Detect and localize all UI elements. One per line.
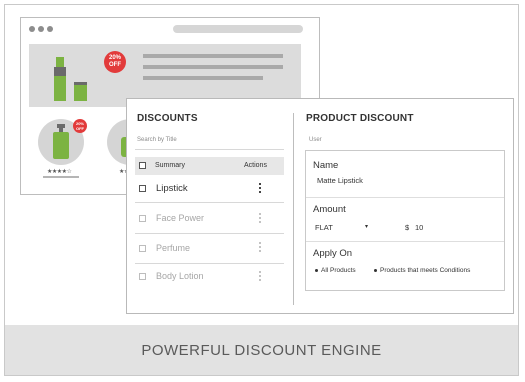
row-checkbox[interactable] [139,245,146,252]
address-bar [173,25,303,33]
select-all-checkbox[interactable] [139,162,146,169]
row-actions-menu-icon[interactable] [259,183,262,195]
banner-text-line [143,65,283,69]
name-input[interactable]: Matte Lipstick [317,176,363,185]
amount-label: Amount [313,204,346,215]
amount-type-select[interactable]: FLAT [315,223,333,232]
row-divider [135,233,284,234]
form-divider [306,197,504,198]
discounts-title: DISCOUNTS [137,113,198,124]
name-label: Name [313,160,339,171]
discount-row-label[interactable]: Face Power [156,213,204,223]
rating-stars: ★★★★☆ [47,169,72,175]
panel-divider [293,113,294,305]
discount-row-label[interactable]: Perfume [156,243,190,253]
product-discount-title: PRODUCT DISCOUNT [306,113,414,124]
currency-symbol: $ [405,223,410,232]
row-divider [135,202,284,203]
row-actions-menu-icon[interactable] [259,271,262,283]
banner-text-line [143,76,263,80]
discount-badge: 20% OFF [104,51,126,73]
discount-row-label[interactable]: Lipstick [156,183,188,194]
actions-column-header: Actions [244,162,267,169]
user-label: User [309,137,322,143]
row-actions-menu-icon[interactable] [259,213,262,225]
summary-column-header: Summary [155,162,185,169]
row-checkbox[interactable] [139,273,146,280]
row-actions-menu-icon[interactable] [259,242,262,254]
footer-caption: POWERFUL DISCOUNT ENGINE [5,325,518,375]
table-header: Summary Actions [135,157,284,175]
row-divider [135,263,284,264]
discount-detail-form: Name Matte Lipstick Amount FLAT ▾ $ 10 A… [305,150,505,291]
apply-conditional-products-radio[interactable]: Products that meets Conditions [374,267,470,274]
window-dot-icon [47,26,53,32]
radio-dot-icon [315,268,318,272]
row-checkbox[interactable] [139,185,146,192]
chevron-down-icon[interactable]: ▾ [365,223,368,230]
window-dot-icon [29,26,35,32]
row-checkbox[interactable] [139,215,146,222]
apply-all-products-radio[interactable]: All Products [315,267,356,274]
discount-panel: DISCOUNTS Search by Title Summary Action… [126,98,514,314]
banner-text-line [143,54,283,58]
card-text-line [43,176,79,178]
radio-dot-icon [374,268,377,272]
search-input[interactable]: Search by Title [137,137,177,143]
search-underline [135,149,284,150]
discount-row-label[interactable]: Body Lotion [156,271,204,281]
amount-input[interactable]: 10 [415,223,423,232]
apply-on-label: Apply On [313,248,353,259]
window-dot-icon [38,26,44,32]
form-divider [306,241,504,242]
discount-badge: 20% OFF [73,119,87,133]
